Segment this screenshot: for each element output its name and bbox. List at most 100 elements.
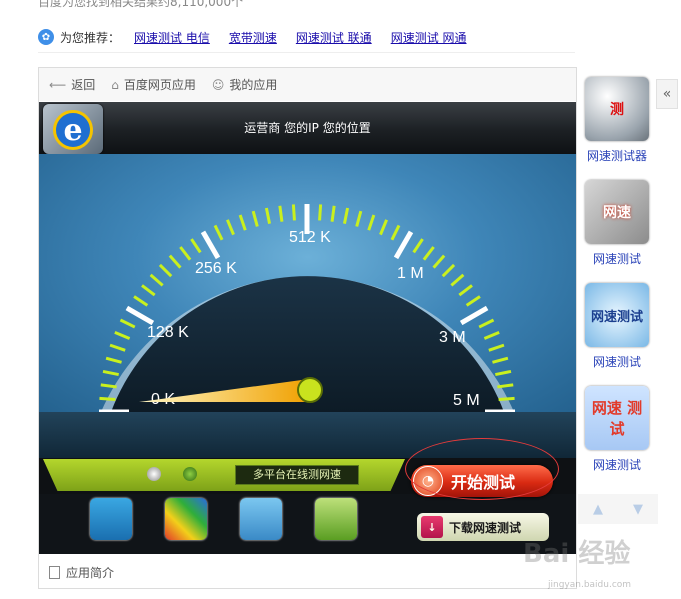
divider xyxy=(38,52,575,53)
sidebar-app-label: 网速测试 xyxy=(592,458,641,472)
platform-label: 多平台在线测网速 xyxy=(235,465,359,485)
gauge-minor-tick xyxy=(114,331,131,340)
gauge-minor-tick xyxy=(355,210,363,227)
back-button[interactable]: ⟵ 返回 xyxy=(49,76,95,93)
gauge-minor-tick xyxy=(441,263,456,278)
sidebar-app-speedtester[interactable]: 测 网速测试器 xyxy=(585,77,649,164)
sidebar-app-label: 网速测试 xyxy=(592,355,641,369)
document-icon xyxy=(49,566,60,579)
gauge-minor-tick xyxy=(226,219,235,236)
sidebar-app-label: 网速测试器 xyxy=(586,149,647,163)
gauge-minor-tick xyxy=(488,343,505,352)
gauge-minor-tick xyxy=(458,284,473,297)
gauge-minor-tick xyxy=(109,343,126,352)
gauge-minor-tick xyxy=(497,383,514,389)
speed-gauge: 0 K 128 K 256 K 512 K 1 M 3 M 5 M xyxy=(99,204,515,412)
gauge-minor-tick xyxy=(105,356,122,364)
download-label: 下载网速测试 xyxy=(449,520,522,535)
gauge-minor-tick xyxy=(342,207,350,224)
watermark-url: jingyan.baidu.com xyxy=(548,580,632,590)
text-logo-icon: 网速 测试 xyxy=(585,386,649,450)
red-circle-annotation xyxy=(405,438,559,500)
gauge-minor-tick xyxy=(133,295,149,307)
gauge-minor-tick xyxy=(450,273,465,287)
header-info-text: 运营商 您的IP 您的位置 xyxy=(244,121,371,135)
cube-app-icon[interactable] xyxy=(165,498,207,540)
needle-hub xyxy=(297,377,323,403)
ie-e-icon: e xyxy=(53,110,93,150)
paw-icon: ✿ xyxy=(38,29,54,45)
recommend-label: 为您推荐： xyxy=(60,30,121,45)
gauge-label-256k: 256 K xyxy=(195,260,237,277)
gauge-minor-tick xyxy=(251,210,259,227)
lightning-icon: 网速 xyxy=(585,180,649,244)
sidebar-app-text[interactable]: 网速 测试 网速测试 xyxy=(585,386,649,473)
gauge-label-5m: 5 M xyxy=(453,392,480,409)
gauge-label-128k: 128 K xyxy=(147,324,189,341)
result-count: 百度为您找到相关结果约8,110,000个 xyxy=(38,0,244,9)
gauge-minor-tick xyxy=(478,318,495,329)
gauge-minor-tick xyxy=(264,207,272,224)
translate-app-icon[interactable] xyxy=(90,498,132,540)
my-apps-label: 我的应用 xyxy=(229,78,278,92)
my-apps-link[interactable]: ☺ 我的应用 xyxy=(212,76,278,93)
gauge-minor-tick xyxy=(119,318,136,329)
rec-link-unicom[interactable]: 网速测试 联通 xyxy=(296,29,372,46)
gauge-minor-tick xyxy=(149,273,164,287)
gauge-minor-tick xyxy=(412,238,424,254)
user-icon: ☺ xyxy=(211,77,225,92)
recommendation-row: ✿ 为您推荐： 网速测试 电信 宽带测速 网速测试 联通 网速测试 网通 xyxy=(38,27,486,47)
scroll-up-icon[interactable]: ▲ xyxy=(593,502,603,517)
gauge-minor-tick xyxy=(379,219,388,236)
gauge-minor-tick xyxy=(291,204,296,221)
gauge-major-tick xyxy=(125,305,155,326)
gauge-minor-tick xyxy=(100,383,117,389)
rec-link-netcom[interactable]: 网速测试 网通 xyxy=(391,29,467,46)
scroll-down-icon[interactable]: ▼ xyxy=(633,502,643,517)
speedtest-app: 运营商 您的IP 您的位置 e 0 K 128 K 256 K 512 K 1 … xyxy=(39,102,576,554)
gauge-minor-tick xyxy=(465,295,481,307)
emoji-app-icon[interactable] xyxy=(240,498,282,540)
gauge-minor-tick xyxy=(498,396,515,401)
gauge-minor-tick xyxy=(495,369,512,377)
rec-link-telecom[interactable]: 网速测试 电信 xyxy=(134,29,210,46)
gauge-minor-tick xyxy=(390,224,401,241)
app-nav-bar: ⟵ 返回 ⌂ 百度网页应用 ☺ 我的应用 xyxy=(39,68,576,101)
gauge-minor-tick xyxy=(141,284,156,297)
collapse-sidebar-button[interactable]: « xyxy=(656,79,678,109)
ie-logo: e xyxy=(43,104,103,154)
page-dot-1[interactable] xyxy=(147,467,161,481)
rec-link-broadband[interactable]: 宽带测速 xyxy=(229,29,277,46)
gauge-minor-tick xyxy=(99,396,116,401)
satellite-dish-icon: 测 xyxy=(585,77,649,141)
app-intro-link[interactable]: 应用简介 xyxy=(49,564,114,581)
gauge-label-3m: 3 M xyxy=(439,329,466,346)
baidu-apps-link[interactable]: ⌂ 百度网页应用 xyxy=(111,76,196,93)
gauge-minor-tick xyxy=(158,263,173,278)
gauge-minor-tick xyxy=(179,246,192,261)
gauge-minor-tick xyxy=(367,214,376,231)
gauge-label-1m: 1 M xyxy=(397,265,424,282)
gauge-label-512k: 512 K xyxy=(289,229,331,246)
gauge-major-tick xyxy=(459,305,489,326)
gauge-minor-tick xyxy=(190,238,202,254)
arrow-left-icon: ⟵ xyxy=(49,77,67,92)
baidu-apps-label: 百度网页应用 xyxy=(123,78,196,92)
gauge-minor-tick xyxy=(318,204,323,221)
app-frame: ⟵ 返回 ⌂ 百度网页应用 ☺ 我的应用 运营商 您的IP 您的位置 e 128… xyxy=(38,67,577,589)
cartoon-app-icon[interactable] xyxy=(315,498,357,540)
gauge-minor-tick xyxy=(213,224,224,241)
page-dot-2[interactable] xyxy=(183,467,197,481)
app-intro-label: 应用简介 xyxy=(66,566,115,580)
baidu-watermark: Bai 经验 xyxy=(523,539,631,569)
gauge-minor-tick xyxy=(238,214,247,231)
gauge-minor-tick xyxy=(422,246,435,261)
gauge-minor-tick xyxy=(330,205,336,222)
sidebar-app-signal[interactable]: 网速测试 网速测试 xyxy=(585,283,649,370)
gauge-minor-tick xyxy=(102,369,119,377)
gauge-minor-tick xyxy=(278,205,284,222)
sidebar-app-speed[interactable]: 网速 网速测试 xyxy=(585,180,649,267)
gauge-minor-tick xyxy=(168,254,182,269)
gauge-major-tick xyxy=(200,230,221,260)
gauge-minor-tick xyxy=(483,331,500,340)
